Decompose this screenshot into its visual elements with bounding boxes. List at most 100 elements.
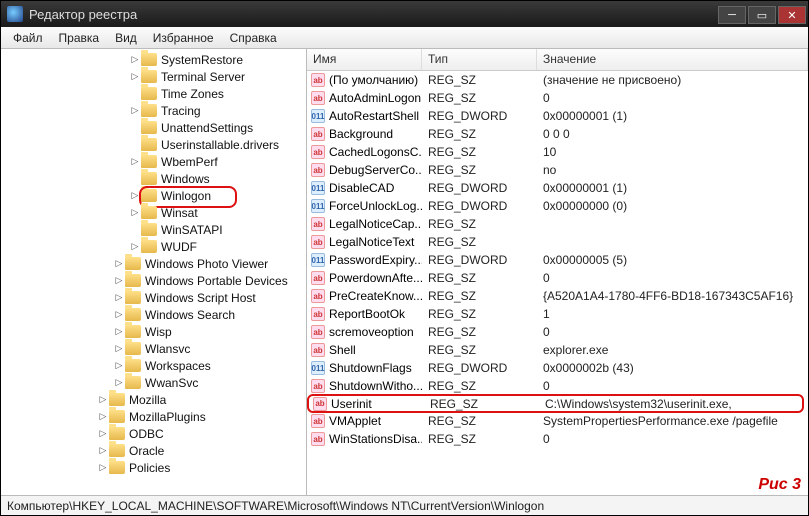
value-row[interactable]: abscremoveoptionREG_SZ0 bbox=[307, 323, 808, 341]
expander-icon[interactable]: ▷ bbox=[113, 309, 125, 321]
col-type-header[interactable]: Тип bbox=[422, 49, 537, 70]
expander-icon[interactable]: ▷ bbox=[129, 71, 141, 83]
value-row[interactable]: abCachedLogonsC...REG_SZ10 bbox=[307, 143, 808, 161]
tree-node-windows[interactable]: Windows bbox=[1, 170, 306, 187]
value-row[interactable]: 011ShutdownFlagsREG_DWORD0x0000002b (43) bbox=[307, 359, 808, 377]
tree-node-windows-photo-viewer[interactable]: ▷ Windows Photo Viewer bbox=[1, 255, 306, 272]
value-row[interactable]: abUserinitREG_SZC:\Windows\system32\user… bbox=[307, 394, 804, 413]
expander-icon[interactable]: ▷ bbox=[129, 190, 141, 202]
expander-icon[interactable] bbox=[129, 173, 141, 185]
expander-icon[interactable]: ▷ bbox=[113, 326, 125, 338]
titlebar[interactable]: Редактор реестра ─ ▭ ✕ bbox=[1, 1, 808, 27]
tree-node-winlogon[interactable]: ▷ Winlogon bbox=[1, 187, 306, 204]
value-row[interactable]: abPreCreateKnow...REG_SZ{A520A1A4-1780-4… bbox=[307, 287, 808, 305]
tree-node-wbemperf[interactable]: ▷ WbemPerf bbox=[1, 153, 306, 170]
tree-node-label[interactable]: Time Zones bbox=[157, 87, 224, 101]
tree-node-label[interactable]: Winlogon bbox=[157, 189, 211, 203]
close-button[interactable]: ✕ bbox=[778, 6, 806, 24]
tree-node-label[interactable]: Tracing bbox=[157, 104, 201, 118]
value-row[interactable]: abDebugServerCo...REG_SZno bbox=[307, 161, 808, 179]
tree-node-label[interactable]: WinSATAPI bbox=[157, 223, 223, 237]
tree-node-terminal-server[interactable]: ▷ Terminal Server bbox=[1, 68, 306, 85]
value-row[interactable]: 011ForceUnlockLog...REG_DWORD0x00000000 … bbox=[307, 197, 808, 215]
tree-node-wwansvc[interactable]: ▷ WwanSvc bbox=[1, 374, 306, 391]
value-row[interactable]: abShutdownWitho...REG_SZ0 bbox=[307, 377, 808, 395]
value-row[interactable]: abPowerdownAfte...REG_SZ0 bbox=[307, 269, 808, 287]
tree-node-windows-portable-devices[interactable]: ▷ Windows Portable Devices bbox=[1, 272, 306, 289]
expander-icon[interactable]: ▷ bbox=[113, 275, 125, 287]
tree-node-mozillaplugins[interactable]: ▷MozillaPlugins bbox=[1, 408, 306, 425]
expander-icon[interactable] bbox=[129, 224, 141, 236]
expander-icon[interactable]: ▷ bbox=[129, 207, 141, 219]
maximize-button[interactable]: ▭ bbox=[748, 6, 776, 24]
tree-node-systemrestore[interactable]: ▷SystemRestore bbox=[1, 51, 306, 68]
tree-node-workspaces[interactable]: ▷ Workspaces bbox=[1, 357, 306, 374]
expander-icon[interactable]: ▷ bbox=[129, 156, 141, 168]
expander-icon[interactable]: ▷ bbox=[97, 462, 109, 474]
tree-node-oracle[interactable]: ▷ Oracle bbox=[1, 442, 306, 459]
col-name-header[interactable]: Имя bbox=[307, 49, 422, 70]
menu-favorites[interactable]: Избранное bbox=[145, 28, 222, 48]
tree-node-label[interactable]: WwanSvc bbox=[141, 376, 198, 390]
expander-icon[interactable]: ▷ bbox=[97, 428, 109, 440]
expander-icon[interactable] bbox=[129, 139, 141, 151]
expander-icon[interactable]: ▷ bbox=[97, 394, 109, 406]
tree-node-label[interactable]: Wisp bbox=[141, 325, 172, 339]
tree-node-label[interactable]: Windows bbox=[157, 172, 210, 186]
expander-icon[interactable]: ▷ bbox=[129, 105, 141, 117]
tree-node-label[interactable]: UnattendSettings bbox=[157, 121, 253, 135]
expander-icon[interactable] bbox=[129, 122, 141, 134]
tree-node-wisp[interactable]: ▷ Wisp bbox=[1, 323, 306, 340]
tree-node-label[interactable]: Winsat bbox=[157, 206, 198, 220]
tree-node-label[interactable]: Windows Search bbox=[141, 308, 235, 322]
tree-node-tracing[interactable]: ▷ Tracing bbox=[1, 102, 306, 119]
expander-icon[interactable]: ▷ bbox=[129, 54, 141, 66]
expander-icon[interactable]: ▷ bbox=[129, 241, 141, 253]
tree-node-winsatapi[interactable]: WinSATAPI bbox=[1, 221, 306, 238]
tree-node-label[interactable]: Oracle bbox=[125, 444, 164, 458]
column-headers[interactable]: Имя Тип Значение bbox=[307, 49, 808, 71]
tree-node-label[interactable]: Workspaces bbox=[141, 359, 211, 373]
tree-node-label[interactable]: Userinstallable.drivers bbox=[157, 138, 279, 152]
tree-node-label[interactable]: Windows Photo Viewer bbox=[141, 257, 268, 271]
tree-node-label[interactable]: WbemPerf bbox=[157, 155, 218, 169]
minimize-button[interactable]: ─ bbox=[718, 6, 746, 24]
tree-node-label[interactable]: Terminal Server bbox=[157, 70, 245, 84]
tree-node-label[interactable]: Policies bbox=[125, 461, 170, 475]
expander-icon[interactable]: ▷ bbox=[113, 343, 125, 355]
value-row[interactable]: 011AutoRestartShellREG_DWORD0x00000001 (… bbox=[307, 107, 808, 125]
value-row[interactable]: abShellREG_SZexplorer.exe bbox=[307, 341, 808, 359]
tree-node-label[interactable]: Wlansvc bbox=[141, 342, 190, 356]
value-row[interactable]: abWinStationsDisa...REG_SZ0 bbox=[307, 430, 808, 448]
value-row[interactable]: abReportBootOkREG_SZ1 bbox=[307, 305, 808, 323]
tree-node-windows-search[interactable]: ▷ Windows Search bbox=[1, 306, 306, 323]
expander-icon[interactable]: ▷ bbox=[113, 258, 125, 270]
tree-node-label[interactable]: ODBC bbox=[125, 427, 164, 441]
tree-pane[interactable]: ▷SystemRestore▷Terminal ServerTime Zones… bbox=[1, 49, 307, 495]
value-row[interactable]: abBackgroundREG_SZ0 0 0 bbox=[307, 125, 808, 143]
menu-edit[interactable]: Правка bbox=[51, 28, 108, 48]
value-row[interactable]: 011DisableCADREG_DWORD0x00000001 (1) bbox=[307, 179, 808, 197]
expander-icon[interactable]: ▷ bbox=[97, 445, 109, 457]
tree-node-label[interactable]: WUDF bbox=[157, 240, 197, 254]
expander-icon[interactable]: ▷ bbox=[113, 377, 125, 389]
tree-node-label[interactable]: Mozilla bbox=[125, 393, 166, 407]
tree-node-winsat[interactable]: ▷ Winsat bbox=[1, 204, 306, 221]
tree-node-windows-script-host[interactable]: ▷Windows Script Host bbox=[1, 289, 306, 306]
value-row[interactable]: abLegalNoticeTextREG_SZ bbox=[307, 233, 808, 251]
value-row[interactable]: abVMAppletREG_SZSystemPropertiesPerforma… bbox=[307, 412, 808, 430]
value-row[interactable]: 011PasswordExpiry...REG_DWORD0x00000005 … bbox=[307, 251, 808, 269]
expander-icon[interactable]: ▷ bbox=[113, 292, 125, 304]
expander-icon[interactable]: ▷ bbox=[113, 360, 125, 372]
tree-node-policies[interactable]: ▷ Policies bbox=[1, 459, 306, 476]
tree-node-wlansvc[interactable]: ▷ Wlansvc bbox=[1, 340, 306, 357]
tree-node-label[interactable]: Windows Portable Devices bbox=[141, 274, 288, 288]
tree-node-wudf[interactable]: ▷ WUDF bbox=[1, 238, 306, 255]
tree-node-userinstallable-drivers[interactable]: Userinstallable.drivers bbox=[1, 136, 306, 153]
value-row[interactable]: abLegalNoticeCap...REG_SZ bbox=[307, 215, 808, 233]
tree-node-unattendsettings[interactable]: UnattendSettings bbox=[1, 119, 306, 136]
menu-help[interactable]: Справка bbox=[222, 28, 285, 48]
tree-node-time-zones[interactable]: Time Zones bbox=[1, 85, 306, 102]
tree-node-mozilla[interactable]: ▷ Mozilla bbox=[1, 391, 306, 408]
menu-file[interactable]: Файл bbox=[5, 28, 51, 48]
